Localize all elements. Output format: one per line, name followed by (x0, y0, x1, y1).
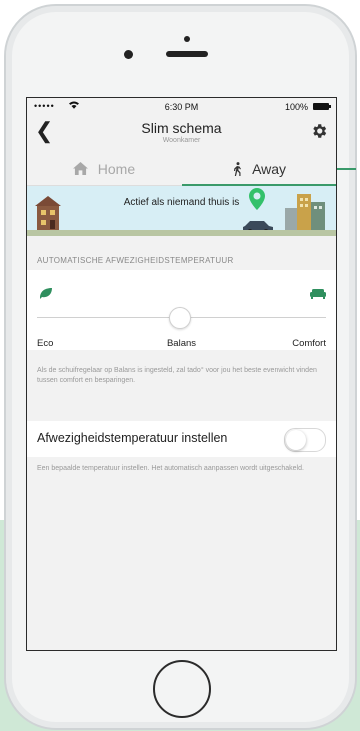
section-label: AUTOMATISCHE AFWEZIGHEIDSTEMPERATUUR (37, 256, 234, 265)
tab-away[interactable]: Away (182, 154, 336, 184)
nav-bar: ❮ Slim schema Woonkamer (27, 116, 336, 152)
tab-home[interactable]: Home (27, 154, 181, 184)
walking-person-icon (232, 161, 252, 177)
banner-ground (27, 230, 336, 236)
away-banner: Actief als niemand thuis is (27, 186, 336, 236)
away-temperature-switch[interactable] (284, 428, 326, 452)
page-title: Slim schema (141, 120, 222, 136)
front-camera (124, 50, 133, 59)
city-buildings-illustration (285, 194, 325, 234)
leaf-icon (39, 286, 53, 304)
slider-description: Als de schuifregelaar op Balans is inges… (37, 367, 317, 384)
phone-screen: ••••• 6:30 PM 100% ❮ Slim schema Woonkam… (26, 97, 337, 651)
home-button[interactable] (153, 660, 211, 718)
mode-tabs: Home Away (27, 154, 336, 186)
earpiece-speaker (166, 51, 208, 57)
tab-away-label: Away (252, 161, 287, 177)
sofa-icon (310, 286, 326, 304)
house-icon (72, 161, 98, 177)
away-temperature-slider-panel: Eco Balans Comfort (27, 270, 336, 350)
status-bar: ••••• 6:30 PM 100% (27, 98, 336, 116)
slider-label-comfort: Comfort (292, 338, 326, 349)
proximity-sensor (184, 36, 190, 42)
slider-label-balance: Balans (166, 338, 197, 349)
toggle-description: Een bepaalde temperatuur instellen. Het … (37, 465, 304, 472)
room-subtitle: Woonkamer (162, 137, 201, 144)
battery-icon (313, 103, 331, 110)
toggle-label: Afwezigheidstemperatuur instellen (37, 431, 228, 445)
switch-knob (286, 430, 306, 450)
battery-percent: 100% (284, 102, 308, 112)
slider-thumb[interactable] (169, 307, 191, 329)
away-temperature-toggle-row[interactable]: Afwezigheidstemperatuur instellen (27, 421, 336, 457)
tab-home-label: Home (97, 161, 136, 177)
gear-icon[interactable] (310, 122, 328, 145)
location-pin-icon (249, 188, 265, 210)
